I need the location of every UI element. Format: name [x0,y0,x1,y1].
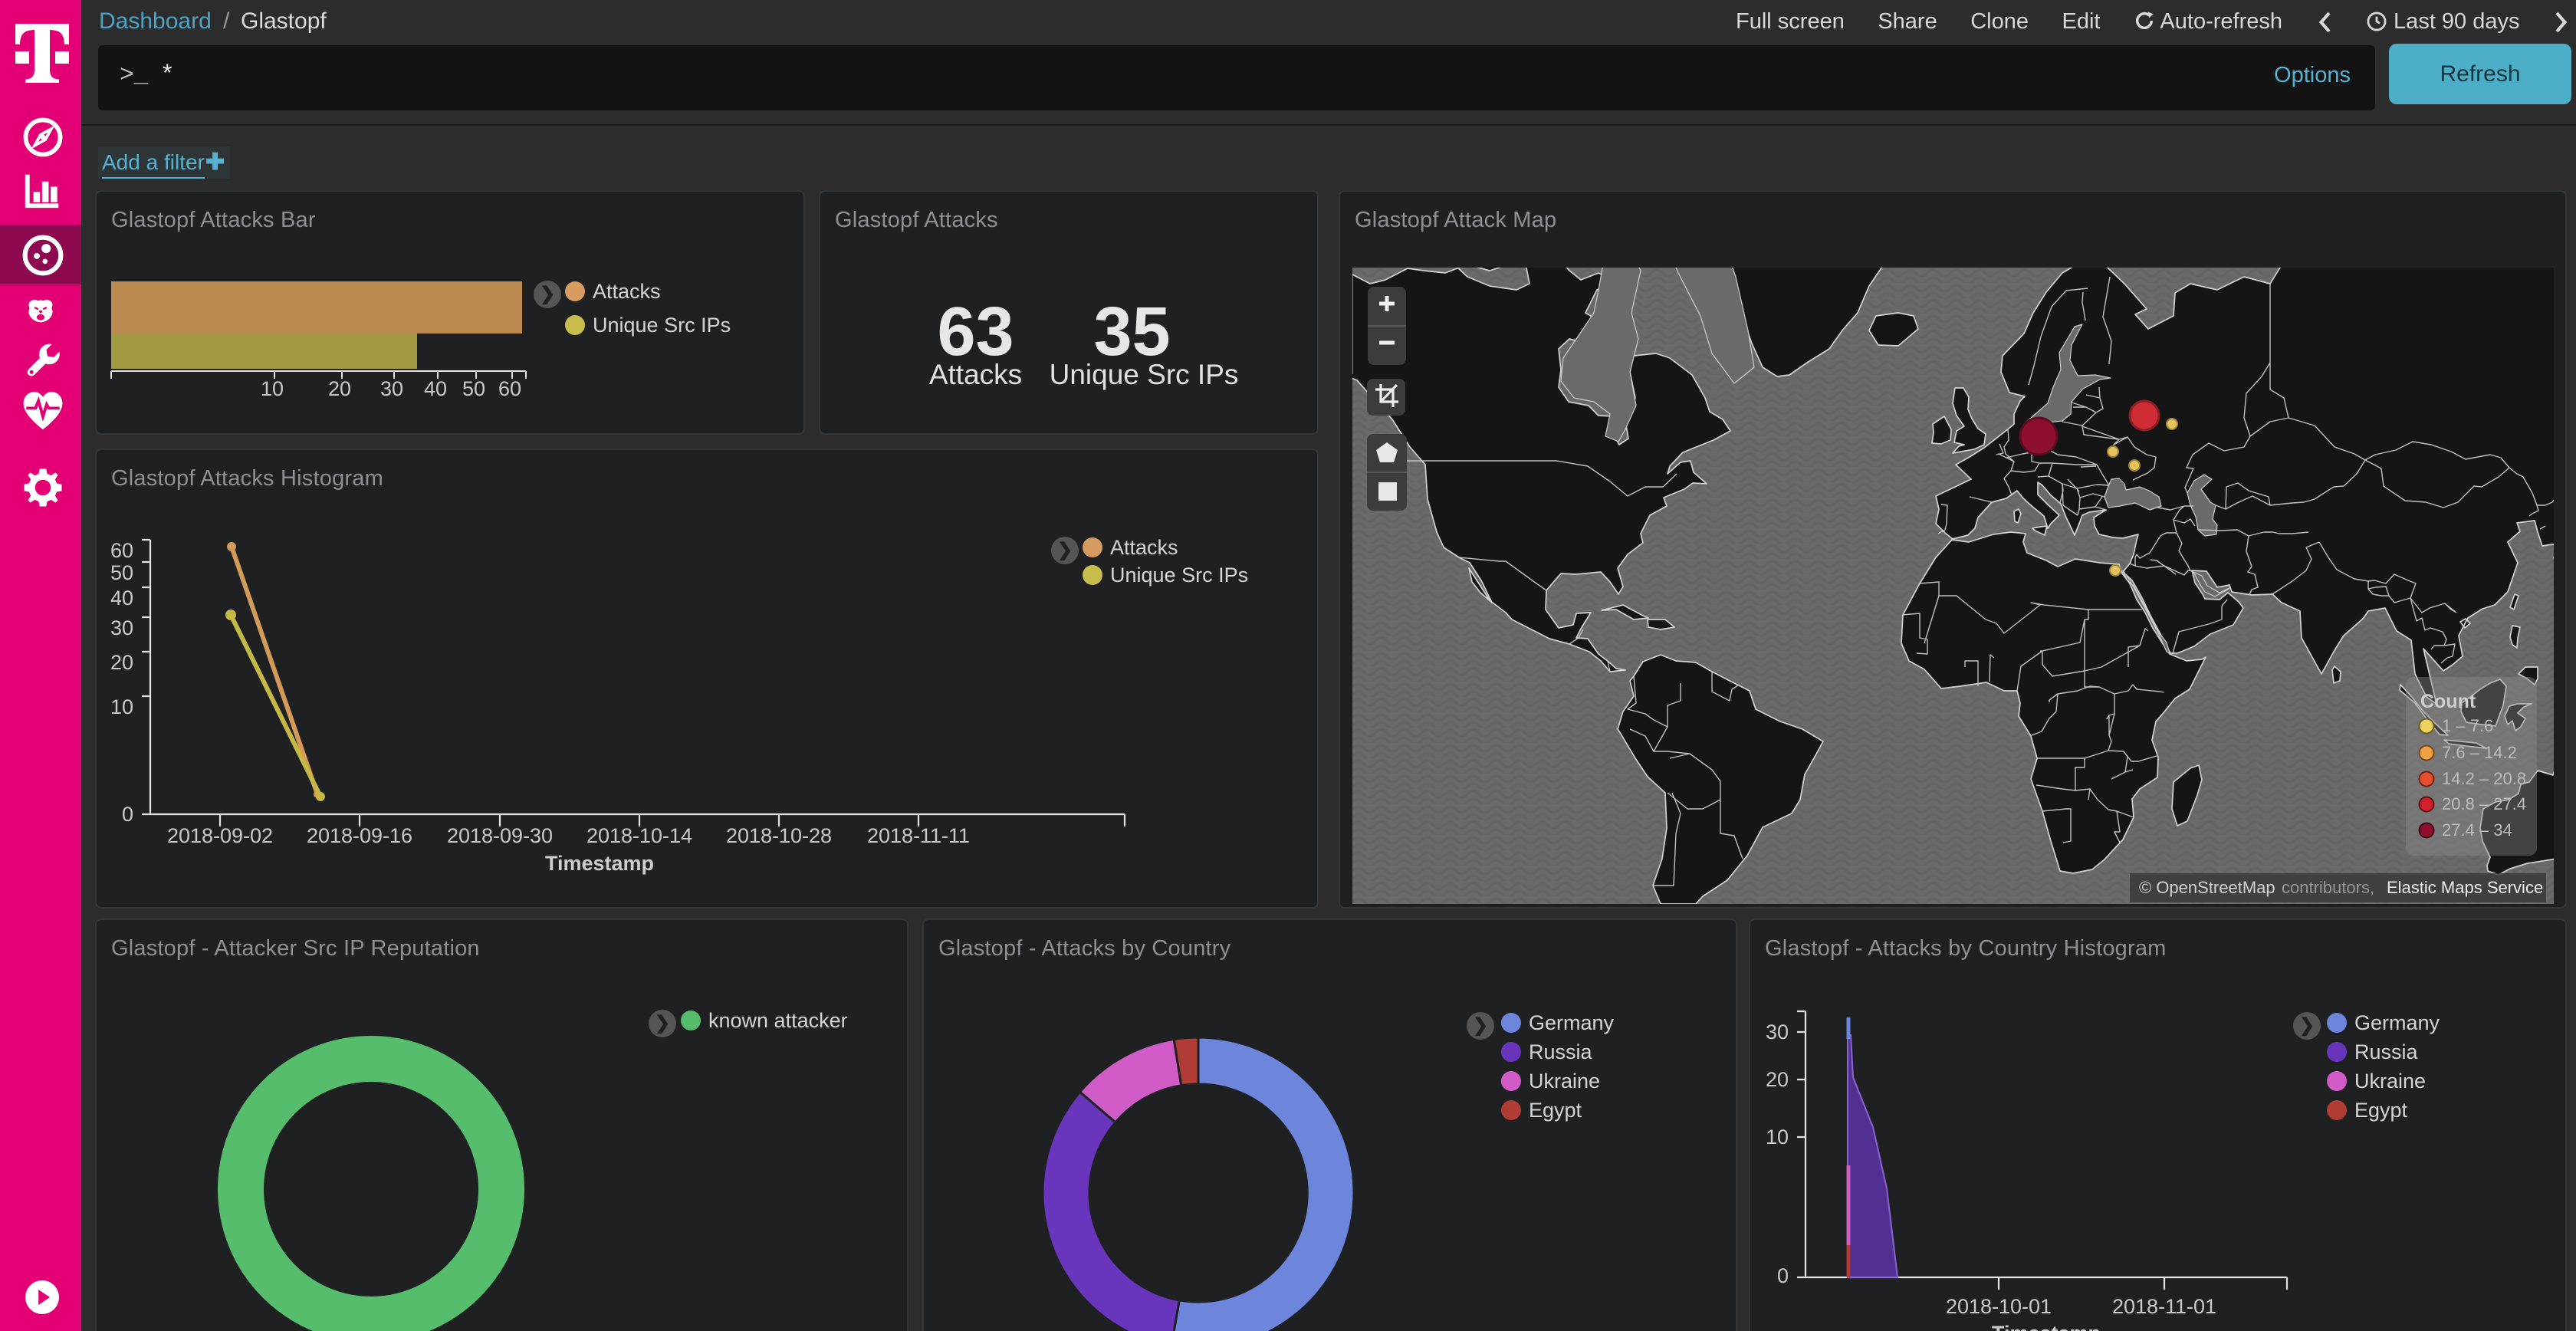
svg-text:© OpenStreetMap: © OpenStreetMap [2139,878,2275,897]
svg-text:Elastic Maps Service: Elastic Maps Service [2387,878,2543,897]
svg-text:Count: Count [2420,691,2476,712]
svg-text:7.6 – 14.2: 7.6 – 14.2 [2442,743,2517,762]
svg-text:27.4 – 34: 27.4 – 34 [2442,820,2512,840]
svg-text:20.8 – 27.4: 20.8 – 27.4 [2442,794,2526,813]
svg-text:14.2 – 20.8: 14.2 – 20.8 [2442,769,2526,788]
svg-text:contributors,: contributors, [2282,878,2374,897]
svg-text:1 – 7.6: 1 – 7.6 [2442,716,2493,735]
